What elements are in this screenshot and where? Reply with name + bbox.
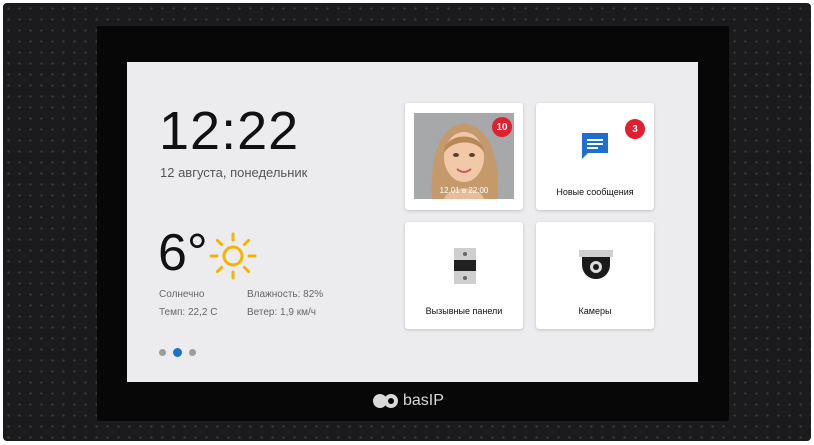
page-indicator bbox=[159, 348, 196, 357]
page-dot-1[interactable] bbox=[159, 349, 166, 356]
call-panels-label: Вызывные панели bbox=[425, 306, 503, 316]
visitor-log-tile[interactable]: 12.01 в 22:00 10 bbox=[405, 103, 523, 210]
weather-temp-detail: Темп: 22,2 С bbox=[159, 307, 218, 318]
cameras-label: Камеры bbox=[578, 306, 612, 316]
brand-name: basIP bbox=[403, 392, 444, 409]
dome-camera-icon bbox=[579, 250, 613, 279]
message-icon bbox=[582, 133, 608, 159]
clock-date: 12 августа, понедельник bbox=[160, 165, 308, 180]
page-dot-2[interactable] bbox=[173, 348, 182, 357]
weather-humidity: Влажность: 82% bbox=[247, 289, 324, 300]
weather-condition: Солнечно bbox=[159, 289, 205, 300]
visitor-timestamp: 12.01 в 22:00 bbox=[439, 186, 489, 195]
clock-time: 12:22 bbox=[159, 101, 300, 161]
sun-icon bbox=[209, 232, 257, 280]
messages-label: Новые сообщения bbox=[556, 187, 634, 197]
brand-logo: basIP bbox=[372, 392, 444, 410]
page-dot-3[interactable] bbox=[189, 349, 196, 356]
cameras-tile[interactable]: Камеры bbox=[536, 222, 654, 329]
bas-ip-logo-icon bbox=[373, 394, 398, 408]
touch-screen: 12:22 12 августа, понедельник 6° Солнечн… bbox=[127, 62, 698, 382]
call-panels-tile[interactable]: Вызывные панели bbox=[405, 222, 523, 329]
intercom-panel-icon bbox=[454, 248, 476, 284]
messages-count-badge: 3 bbox=[625, 119, 645, 139]
weather-wind: Ветер: 1,9 км/ч bbox=[247, 307, 316, 318]
weather-temperature: 6° bbox=[158, 224, 208, 282]
messages-tile[interactable]: 3 Новые сообщения bbox=[536, 103, 654, 210]
visitor-count-badge: 10 bbox=[492, 117, 512, 137]
